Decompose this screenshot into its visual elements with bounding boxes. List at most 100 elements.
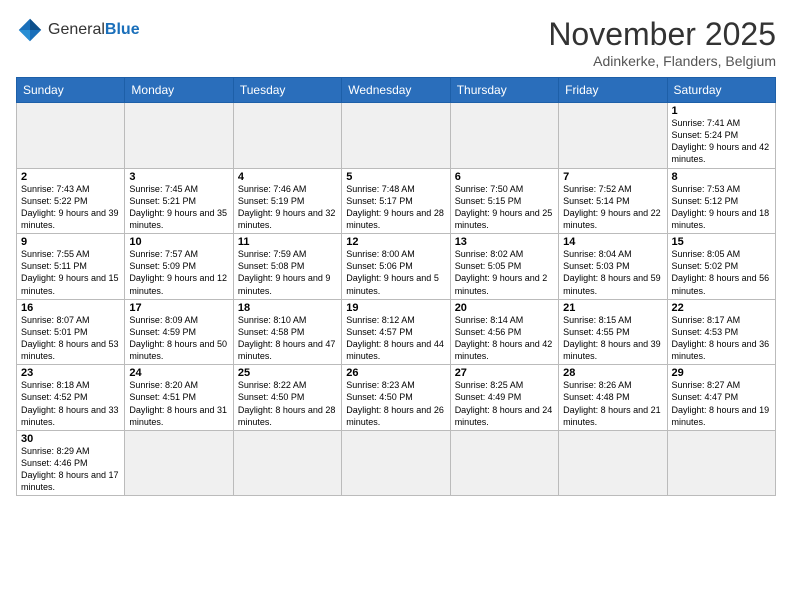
- day-info: Sunrise: 8:15 AM Sunset: 4:55 PM Dayligh…: [563, 315, 661, 361]
- day-info: Sunrise: 7:57 AM Sunset: 5:09 PM Dayligh…: [129, 249, 227, 295]
- calendar-cell: [17, 103, 125, 169]
- day-of-week-row: SundayMondayTuesdayWednesdayThursdayFrid…: [17, 78, 776, 103]
- day-info: Sunrise: 7:52 AM Sunset: 5:14 PM Dayligh…: [563, 184, 661, 230]
- calendar-cell: 3Sunrise: 7:45 AM Sunset: 5:21 PM Daylig…: [125, 168, 233, 234]
- day-info: Sunrise: 8:05 AM Sunset: 5:02 PM Dayligh…: [672, 249, 770, 295]
- calendar-cell: 9Sunrise: 7:55 AM Sunset: 5:11 PM Daylig…: [17, 234, 125, 300]
- day-number: 3: [129, 171, 228, 183]
- day-info: Sunrise: 8:14 AM Sunset: 4:56 PM Dayligh…: [455, 315, 553, 361]
- day-number: 23: [21, 367, 120, 379]
- calendar-cell: 12Sunrise: 8:00 AM Sunset: 5:06 PM Dayli…: [342, 234, 450, 300]
- day-info: Sunrise: 7:45 AM Sunset: 5:21 PM Dayligh…: [129, 184, 227, 230]
- calendar-cell: 5Sunrise: 7:48 AM Sunset: 5:17 PM Daylig…: [342, 168, 450, 234]
- calendar-cell: 8Sunrise: 7:53 AM Sunset: 5:12 PM Daylig…: [667, 168, 775, 234]
- calendar-cell: [667, 430, 775, 496]
- calendar-cell: 28Sunrise: 8:26 AM Sunset: 4:48 PM Dayli…: [559, 365, 667, 431]
- day-info: Sunrise: 8:12 AM Sunset: 4:57 PM Dayligh…: [346, 315, 444, 361]
- day-number: 10: [129, 236, 228, 248]
- day-info: Sunrise: 8:10 AM Sunset: 4:58 PM Dayligh…: [238, 315, 336, 361]
- month-title: November 2025: [548, 16, 776, 53]
- day-number: 12: [346, 236, 445, 248]
- calendar-cell: 25Sunrise: 8:22 AM Sunset: 4:50 PM Dayli…: [233, 365, 341, 431]
- calendar-cell: 18Sunrise: 8:10 AM Sunset: 4:58 PM Dayli…: [233, 299, 341, 365]
- day-info: Sunrise: 8:23 AM Sunset: 4:50 PM Dayligh…: [346, 380, 444, 426]
- calendar-cell: 6Sunrise: 7:50 AM Sunset: 5:15 PM Daylig…: [450, 168, 558, 234]
- dow-header-wednesday: Wednesday: [342, 78, 450, 103]
- day-number: 28: [563, 367, 662, 379]
- day-info: Sunrise: 8:26 AM Sunset: 4:48 PM Dayligh…: [563, 380, 661, 426]
- calendar-cell: 29Sunrise: 8:27 AM Sunset: 4:47 PM Dayli…: [667, 365, 775, 431]
- day-number: 22: [672, 302, 771, 314]
- day-number: 30: [21, 433, 120, 445]
- day-number: 5: [346, 171, 445, 183]
- calendar-page: GeneralBlue November 2025 Adinkerke, Fla…: [0, 0, 792, 612]
- day-number: 11: [238, 236, 337, 248]
- calendar-cell: 23Sunrise: 8:18 AM Sunset: 4:52 PM Dayli…: [17, 365, 125, 431]
- week-row-3: 16Sunrise: 8:07 AM Sunset: 5:01 PM Dayli…: [17, 299, 776, 365]
- day-info: Sunrise: 8:25 AM Sunset: 4:49 PM Dayligh…: [455, 380, 553, 426]
- dow-header-friday: Friday: [559, 78, 667, 103]
- day-info: Sunrise: 7:55 AM Sunset: 5:11 PM Dayligh…: [21, 249, 119, 295]
- day-number: 27: [455, 367, 554, 379]
- day-info: Sunrise: 8:02 AM Sunset: 5:05 PM Dayligh…: [455, 249, 548, 295]
- calendar-body: 1Sunrise: 7:41 AM Sunset: 5:24 PM Daylig…: [17, 103, 776, 496]
- calendar-cell: 16Sunrise: 8:07 AM Sunset: 5:01 PM Dayli…: [17, 299, 125, 365]
- day-number: 8: [672, 171, 771, 183]
- day-number: 20: [455, 302, 554, 314]
- day-info: Sunrise: 8:27 AM Sunset: 4:47 PM Dayligh…: [672, 380, 770, 426]
- week-row-4: 23Sunrise: 8:18 AM Sunset: 4:52 PM Dayli…: [17, 365, 776, 431]
- week-row-5: 30Sunrise: 8:29 AM Sunset: 4:46 PM Dayli…: [17, 430, 776, 496]
- calendar-cell: 13Sunrise: 8:02 AM Sunset: 5:05 PM Dayli…: [450, 234, 558, 300]
- calendar-cell: 30Sunrise: 8:29 AM Sunset: 4:46 PM Dayli…: [17, 430, 125, 496]
- day-number: 4: [238, 171, 337, 183]
- day-number: 18: [238, 302, 337, 314]
- dow-header-sunday: Sunday: [17, 78, 125, 103]
- day-number: 14: [563, 236, 662, 248]
- logo-icon: [16, 16, 44, 44]
- day-number: 9: [21, 236, 120, 248]
- day-number: 21: [563, 302, 662, 314]
- title-block: November 2025 Adinkerke, Flanders, Belgi…: [548, 16, 776, 69]
- calendar-cell: [559, 430, 667, 496]
- dow-header-thursday: Thursday: [450, 78, 558, 103]
- day-number: 7: [563, 171, 662, 183]
- calendar-cell: 26Sunrise: 8:23 AM Sunset: 4:50 PM Dayli…: [342, 365, 450, 431]
- logo-blue: Blue: [105, 21, 140, 38]
- week-row-2: 9Sunrise: 7:55 AM Sunset: 5:11 PM Daylig…: [17, 234, 776, 300]
- calendar-cell: 27Sunrise: 8:25 AM Sunset: 4:49 PM Dayli…: [450, 365, 558, 431]
- day-number: 16: [21, 302, 120, 314]
- calendar-cell: [125, 430, 233, 496]
- calendar-cell: [233, 103, 341, 169]
- calendar-cell: [233, 430, 341, 496]
- calendar-cell: [450, 430, 558, 496]
- logo: GeneralBlue: [16, 16, 140, 44]
- week-row-1: 2Sunrise: 7:43 AM Sunset: 5:22 PM Daylig…: [17, 168, 776, 234]
- calendar-cell: 21Sunrise: 8:15 AM Sunset: 4:55 PM Dayli…: [559, 299, 667, 365]
- calendar-cell: 20Sunrise: 8:14 AM Sunset: 4:56 PM Dayli…: [450, 299, 558, 365]
- calendar-table: SundayMondayTuesdayWednesdayThursdayFrid…: [16, 77, 776, 496]
- calendar-cell: 24Sunrise: 8:20 AM Sunset: 4:51 PM Dayli…: [125, 365, 233, 431]
- calendar-cell: 4Sunrise: 7:46 AM Sunset: 5:19 PM Daylig…: [233, 168, 341, 234]
- day-info: Sunrise: 7:46 AM Sunset: 5:19 PM Dayligh…: [238, 184, 336, 230]
- dow-header-tuesday: Tuesday: [233, 78, 341, 103]
- calendar-cell: [342, 430, 450, 496]
- day-number: 24: [129, 367, 228, 379]
- day-info: Sunrise: 8:04 AM Sunset: 5:03 PM Dayligh…: [563, 249, 661, 295]
- calendar-cell: 1Sunrise: 7:41 AM Sunset: 5:24 PM Daylig…: [667, 103, 775, 169]
- dow-header-saturday: Saturday: [667, 78, 775, 103]
- day-number: 19: [346, 302, 445, 314]
- calendar-cell: 17Sunrise: 8:09 AM Sunset: 4:59 PM Dayli…: [125, 299, 233, 365]
- day-number: 25: [238, 367, 337, 379]
- calendar-cell: [125, 103, 233, 169]
- day-info: Sunrise: 8:20 AM Sunset: 4:51 PM Dayligh…: [129, 380, 227, 426]
- logo-general: General: [48, 21, 105, 38]
- calendar-cell: 11Sunrise: 7:59 AM Sunset: 5:08 PM Dayli…: [233, 234, 341, 300]
- day-info: Sunrise: 8:07 AM Sunset: 5:01 PM Dayligh…: [21, 315, 119, 361]
- day-info: Sunrise: 8:09 AM Sunset: 4:59 PM Dayligh…: [129, 315, 227, 361]
- calendar-cell: 14Sunrise: 8:04 AM Sunset: 5:03 PM Dayli…: [559, 234, 667, 300]
- calendar-cell: [342, 103, 450, 169]
- day-info: Sunrise: 7:43 AM Sunset: 5:22 PM Dayligh…: [21, 184, 119, 230]
- week-row-0: 1Sunrise: 7:41 AM Sunset: 5:24 PM Daylig…: [17, 103, 776, 169]
- calendar-cell: [450, 103, 558, 169]
- day-info: Sunrise: 7:53 AM Sunset: 5:12 PM Dayligh…: [672, 184, 770, 230]
